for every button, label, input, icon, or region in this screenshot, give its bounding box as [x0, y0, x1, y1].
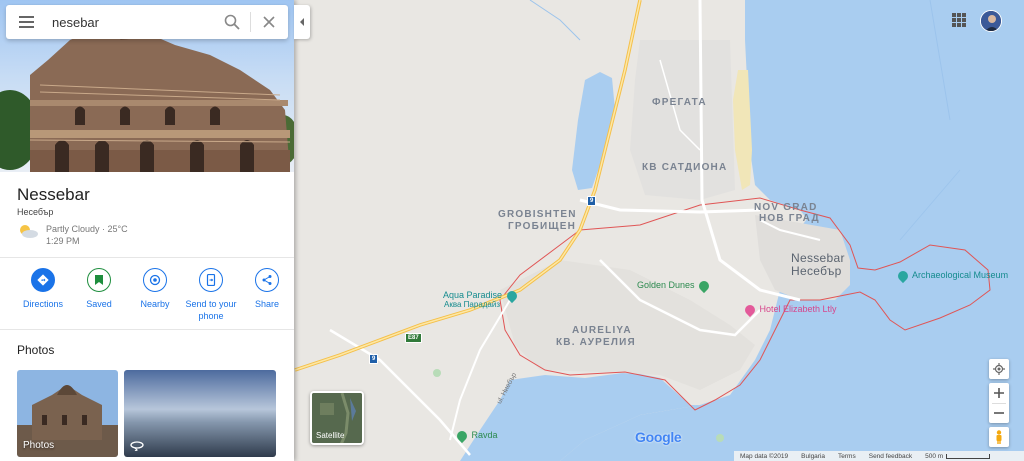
nearby-icon — [143, 268, 167, 292]
poi-aqua-paradise-cyr: Аква Парадайз — [444, 300, 501, 309]
poi-golden-dunes-name: Golden Dunes — [637, 280, 695, 290]
saved-label: Saved — [86, 299, 112, 309]
map-footer: Map data ©2019 Bulgaria Terms Send feedb… — [734, 451, 1024, 461]
menu-icon[interactable] — [6, 5, 46, 39]
share-label: Share — [254, 299, 280, 309]
poi-aqua-paradise-name: Aqua Paradise — [443, 290, 503, 300]
chevron-left-icon — [300, 18, 304, 26]
close-icon[interactable] — [251, 5, 287, 39]
share-icon — [255, 268, 279, 292]
poi-archaeological-museum[interactable]: Archaeological Museum — [895, 268, 1009, 283]
google-logo: Google — [635, 429, 682, 445]
minus-icon — [994, 412, 1004, 415]
street-view-pegman[interactable] — [989, 427, 1009, 447]
send-to-phone-button[interactable]: Send to your phone — [185, 268, 237, 322]
phone-icon — [199, 268, 223, 292]
label-nesebar-cyr: Несебър — [791, 264, 842, 278]
place-title: Nessebar — [17, 185, 90, 204]
zoom-controls — [989, 383, 1009, 423]
road-shield-9-north: 9 — [587, 196, 597, 206]
poi-ravda[interactable]: Ravda — [454, 428, 498, 443]
nearby-label: Nearby — [140, 299, 170, 309]
satellite-label: Satellite — [316, 431, 345, 440]
poi-golden-dunes[interactable]: Golden Dunes — [637, 278, 712, 293]
my-location-button[interactable] — [989, 359, 1009, 379]
nearby-button[interactable]: Nearby — [129, 268, 181, 322]
sea-thumbnail — [124, 370, 276, 457]
label-aureliya-lat: AURELIYA — [572, 325, 632, 336]
label-satdiona: КВ САТДИОНА — [642, 162, 728, 173]
weather-time: 1:29 PM — [46, 236, 80, 246]
directions-icon — [31, 268, 55, 292]
divider — [0, 257, 294, 258]
directions-label: Directions — [22, 299, 63, 309]
pin-icon — [504, 288, 519, 303]
directions-button[interactable]: Directions — [17, 268, 69, 322]
label-fregata: ФРЕГАТА — [652, 97, 707, 108]
share-button[interactable]: Share — [241, 268, 293, 322]
bookmark-icon — [87, 268, 111, 292]
pegman-icon — [996, 430, 1002, 444]
search-input[interactable] — [46, 7, 214, 37]
save-button[interactable]: Saved — [73, 268, 125, 322]
photos-heading: Photos — [17, 343, 55, 357]
scale-bar[interactable]: 500 m — [925, 452, 991, 460]
museum-pin-icon — [895, 268, 911, 283]
send-to-phone-label: Send to your phone — [185, 299, 237, 321]
place-panel: Nessebar Несебър Partly Cloudy · 25°C 1:… — [0, 0, 294, 461]
search-box — [6, 5, 288, 39]
scale-indicator — [946, 453, 991, 459]
place-subtitle: Несебър — [17, 207, 54, 217]
terms-link[interactable]: Terms — [838, 453, 856, 460]
label-grobishten-cyr: ГРОБИЩЕН — [508, 221, 577, 232]
photo-label: Photos — [23, 440, 55, 451]
action-bar: Directions Saved Nearby Send to your pho… — [0, 268, 294, 322]
pin-icon — [696, 278, 712, 293]
zoom-out-button[interactable] — [994, 403, 1004, 423]
label-grobishten-lat: GROBISHTEN — [498, 209, 577, 220]
my-location-icon — [993, 363, 1005, 375]
photo-thumbnail-church[interactable]: Photos — [17, 370, 118, 457]
divider — [0, 329, 294, 330]
search-icon[interactable] — [214, 5, 250, 39]
apps-grid-icon[interactable] — [952, 13, 966, 27]
weather-info: Partly Cloudy · 25°C 1:29 PM — [17, 223, 128, 247]
google-logo-text: Google — [635, 429, 682, 445]
zoom-in-button[interactable] — [994, 383, 1004, 403]
satellite-toggle[interactable]: Satellite — [310, 391, 364, 445]
360-view-icon — [130, 441, 144, 451]
label-aureliya-cyr: КВ. АУРЕЛИЯ — [556, 337, 636, 348]
avatar[interactable] — [980, 10, 1002, 32]
send-feedback-link[interactable]: Send feedback — [869, 453, 912, 460]
map-data-credit: Map data ©2019 — [740, 452, 789, 460]
road-shield-9-south: 9 — [369, 354, 379, 364]
scale-label: 500 m — [925, 452, 944, 460]
plus-icon — [994, 387, 1004, 398]
pin-icon — [454, 428, 470, 443]
collapse-panel-button[interactable] — [294, 5, 310, 39]
label-nov-grad-cyr: НОВ ГРАД — [759, 213, 820, 224]
poi-ravda-name: Ravda — [471, 430, 498, 440]
country-link[interactable]: Bulgaria — [801, 453, 825, 460]
poi-museum-name: Archaeological Museum — [912, 270, 1009, 280]
poi-hotel[interactable]: Hotel Elizabeth Ltly — [742, 302, 837, 317]
road-shield-e87: E87 — [405, 333, 422, 343]
photo-thumbnail-360[interactable] — [124, 370, 276, 457]
partly-cloudy-icon — [20, 225, 38, 238]
poi-hotel-name: Hotel Elizabeth Ltly — [759, 304, 837, 314]
weather-condition: Partly Cloudy · 25°C — [46, 224, 128, 234]
hotel-pin-icon — [742, 302, 758, 317]
